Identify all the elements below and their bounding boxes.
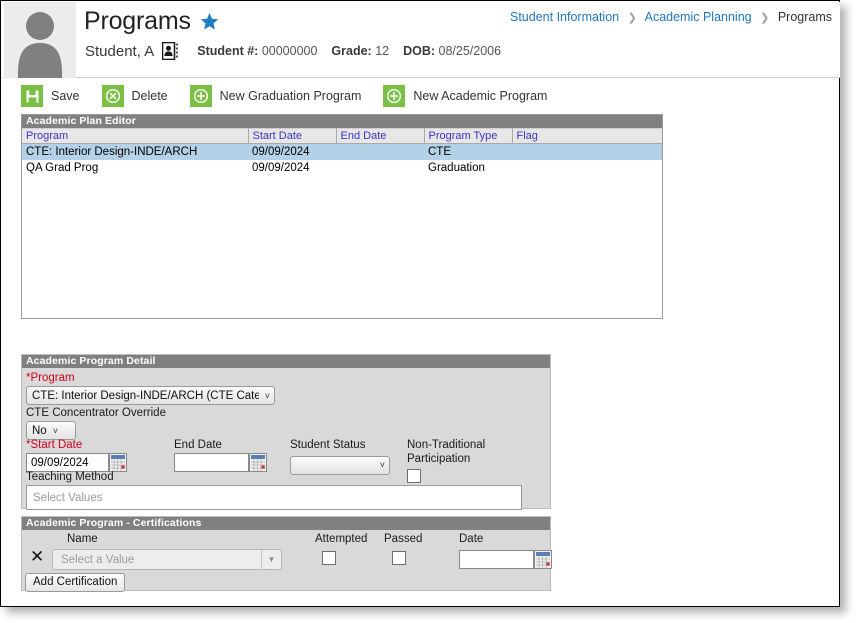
dob-label: DOB: [403,44,436,58]
cell-start-date: 09/09/2024 [252,161,310,174]
grade-label: Grade: [331,44,372,58]
certification-passed-checkbox[interactable] [392,551,406,565]
breadcrumb-separator-icon: ❯ [627,12,637,24]
table-row[interactable]: QA Grad Prog 09/09/2024 Graduation [22,160,662,176]
program-select-value: CTE: Interior Design-INDE/ARCH (CTE Cate… [32,389,259,402]
breadcrumb-item-programs: Programs [777,10,832,24]
program-select[interactable]: CTE: Interior Design-INDE/ARCH (CTE Cate… [26,386,275,405]
page-frame: Programs Student, A Student #: 00000000 … [0,0,840,607]
new-academic-program-button[interactable]: New Academic Program [383,85,547,107]
teaching-method-multiselect[interactable]: Select Values [26,485,522,510]
add-circle-plus-icon [383,85,406,107]
academic-plan-editor-title: Academic Plan Editor [22,115,662,128]
certification-name-select[interactable]: Select a Value ▼ [52,549,282,570]
star-icon[interactable] [200,12,219,31]
cell-program-type: CTE [424,143,512,160]
action-toolbar: Save Delete New Graduation Program New A… [21,85,569,107]
calendar-icon[interactable] [534,550,552,569]
certification-name-placeholder: Select a Value [61,553,135,566]
save-floppy-icon [21,85,43,107]
chevron-down-icon: ˅ [264,390,270,401]
teaching-method-placeholder: Select Values [33,491,103,504]
delete-circle-x-icon [101,85,124,107]
page-header: Programs Student, A Student #: 00000000 … [2,2,840,78]
student-number-label: Student #: [197,44,259,58]
cell-program: QA Grad Prog [26,161,99,174]
academic-plan-editor-table: Program Start Date End Date Program Type… [22,128,662,176]
student-status-label: Student Status [290,439,366,451]
add-circle-plus-icon [189,85,212,107]
student-meta: Student #: 00000000 Grade: 12 DOB: 08/25… [197,44,501,58]
column-header-program-type[interactable]: Program Type [424,128,513,144]
certifications-title: Academic Program - Certifications [22,517,550,530]
add-certification-button[interactable]: Add Certification [25,573,126,592]
cell-start-date: 09/09/2024 [248,143,336,160]
certifications-column-date: Date [459,533,484,545]
end-date-label: End Date [174,439,222,451]
table-header-row: Program Start Date End Date Program Type… [22,128,662,144]
new-graduation-program-label: New Graduation Program [219,89,362,103]
certification-date-input[interactable] [459,550,534,569]
chevron-down-icon: ▼ [261,550,281,569]
student-number-value: 00000000 [261,44,318,58]
cte-concentrator-override-value: No [32,424,47,437]
cell-end-date [336,143,424,160]
new-academic-program-label: New Academic Program [413,89,548,103]
breadcrumb-item-academic-planning[interactable]: Academic Planning [645,10,752,24]
non-traditional-participation-label: Non-Traditional Participation [407,439,486,465]
start-date-label: *Start Date [26,439,83,451]
application-window: Programs Student, A Student #: 00000000 … [0,0,856,623]
chevron-down-icon: ˅ [52,425,58,436]
table-row[interactable]: CTE: Interior Design-INDE/ARCH 09/09/202… [22,143,662,160]
delete-button[interactable]: Delete [101,85,168,107]
certification-attempted-checkbox[interactable] [322,551,336,565]
save-button[interactable]: Save [21,85,80,107]
new-graduation-program-button[interactable]: New Graduation Program [189,85,362,107]
cell-program: CTE: Interior Design-INDE/ARCH [22,143,248,160]
student-summary: Student, A Student #: 00000000 Grade: 12 [85,42,501,60]
page-title: Programs [84,7,191,35]
avatar [4,2,76,78]
student-name: Student, A [85,42,155,60]
academic-plan-editor-panel: Academic Plan Editor Program Start Date … [21,114,663,319]
program-field-label: *Program [26,372,75,384]
column-header-end-date[interactable]: End Date [336,128,425,144]
breadcrumb-separator-icon: ❯ [760,12,770,24]
delete-button-label: Delete [131,89,168,103]
column-header-start-date[interactable]: Start Date [248,128,337,144]
column-header-flag[interactable]: Flag [512,128,662,144]
remove-x-icon[interactable]: ✕ [30,549,44,566]
academic-program-detail-title: Academic Program Detail [22,355,550,368]
cell-program-type: Graduation [428,161,485,174]
column-header-program[interactable]: Program [22,128,249,144]
certifications-column-name: Name [67,533,98,545]
breadcrumb: Student Information ❯ Academic Planning … [510,10,832,24]
contact-card-icon[interactable] [162,42,179,60]
certifications-panel: Academic Program - Certifications Name A… [21,516,552,592]
dob-value: 08/25/2006 [438,44,502,58]
breadcrumb-item-student-information[interactable]: Student Information [510,10,619,24]
grade-value: 12 [375,44,390,58]
save-button-label: Save [51,89,80,103]
user-avatar-icon [18,12,62,78]
cte-concentrator-override-label: CTE Concentrator Override [26,407,166,419]
academic-program-detail-panel: Academic Program Detail *Program CTE: In… [21,354,551,510]
cell-end-date [336,160,424,176]
cell-flag [512,143,662,160]
chevron-down-icon: ˅ [379,460,385,470]
cell-flag [512,160,662,176]
certifications-column-attempted: Attempted [315,533,368,545]
title-row: Programs [84,7,219,36]
teaching-method-label: Teaching Method [26,471,114,483]
certifications-column-passed: Passed [384,533,423,545]
